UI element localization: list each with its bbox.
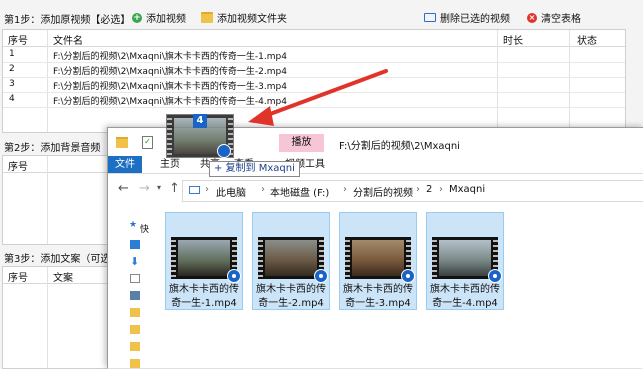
annotation-arrow [248, 69, 388, 126]
drag-count-badge: 4 [193, 114, 207, 128]
media-player-badge-icon [217, 144, 231, 158]
copy-to-tooltip: + 复制到 Mxaqni [209, 161, 300, 177]
